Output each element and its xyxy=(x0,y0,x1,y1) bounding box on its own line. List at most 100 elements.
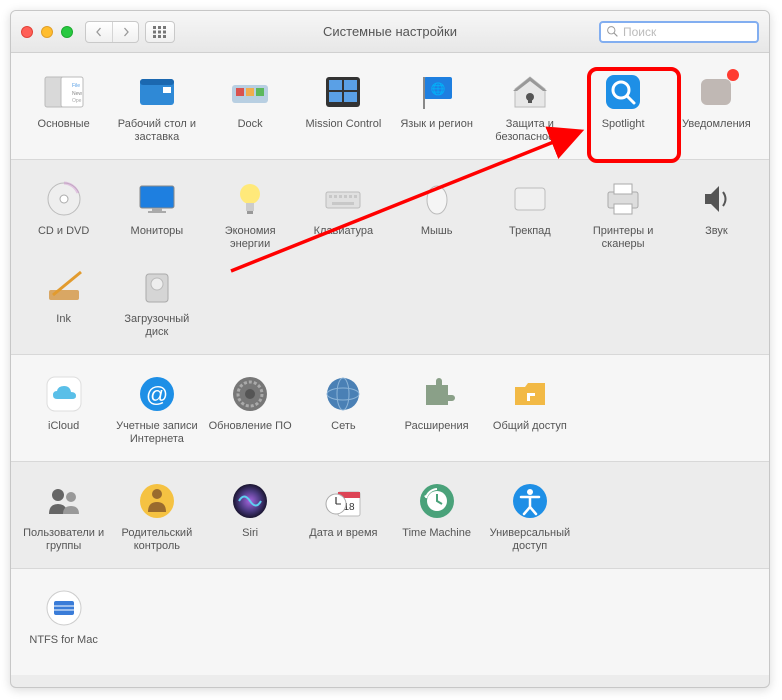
pref-label: Принтеры и сканеры xyxy=(579,225,668,250)
pref-energy-saver[interactable]: Экономия энергии xyxy=(204,174,297,256)
window-controls xyxy=(21,26,73,38)
pref-label: Дата и время xyxy=(309,527,377,540)
pref-label: Dock xyxy=(238,118,263,131)
pref-cd-dvd[interactable]: CD и DVD xyxy=(17,174,110,256)
pref-label: Экономия энергии xyxy=(206,225,295,250)
pref-label: Сеть xyxy=(331,420,355,433)
pref-label: Учетные записи Интернета xyxy=(112,420,201,445)
chevron-right-icon xyxy=(121,27,131,37)
ink-icon xyxy=(43,266,85,308)
mouse-icon xyxy=(416,178,458,220)
pref-general[interactable]: FileNewOpe Основные xyxy=(17,67,110,149)
section-internet: iCloud @ Учетные записи Интернета Обновл… xyxy=(11,355,769,462)
pref-notifications[interactable]: Уведомления xyxy=(670,67,763,149)
dock-icon xyxy=(229,71,271,113)
back-button[interactable] xyxy=(86,22,112,42)
pref-label: Siri xyxy=(242,527,258,540)
pref-accessibility[interactable]: Универсальный доступ xyxy=(483,476,576,558)
pref-language-region[interactable]: 🌐 Язык и регион xyxy=(390,67,483,149)
accessibility-icon xyxy=(509,480,551,522)
pref-sound[interactable]: Звук xyxy=(670,174,763,256)
pref-label: Загрузочный диск xyxy=(112,313,201,338)
keyboard-icon xyxy=(322,178,364,220)
siri-icon xyxy=(229,480,271,522)
pref-users-groups[interactable]: Пользователи и группы xyxy=(17,476,110,558)
forward-button[interactable] xyxy=(112,22,138,42)
pref-label: Обновление ПО xyxy=(209,420,292,433)
pref-dock[interactable]: Dock xyxy=(204,67,297,149)
pref-label: Язык и регион xyxy=(400,118,473,131)
search-input[interactable] xyxy=(623,25,752,39)
nav-back-forward xyxy=(85,21,139,43)
pref-displays[interactable]: Мониторы xyxy=(110,174,203,256)
section-personal: FileNewOpe Основные Рабочий стол и заста… xyxy=(11,53,769,160)
pref-icloud[interactable]: iCloud xyxy=(17,369,110,451)
pref-parental-controls[interactable]: Родительский контроль xyxy=(110,476,203,558)
pref-ink[interactable]: Ink xyxy=(17,262,110,344)
pref-desktop[interactable]: Рабочий стол и заставка xyxy=(110,67,203,149)
minimize-icon[interactable] xyxy=(41,26,53,38)
pref-label: iCloud xyxy=(48,420,79,433)
pref-label: NTFS for Mac xyxy=(29,634,97,647)
parental-icon xyxy=(136,480,178,522)
pref-label: Родительский контроль xyxy=(112,527,201,552)
svg-text:New: New xyxy=(72,91,82,97)
notifications-icon xyxy=(695,71,737,113)
gear-icon xyxy=(229,373,271,415)
pref-label: Рабочий стол и заставка xyxy=(112,118,201,143)
trackpad-icon xyxy=(509,178,551,220)
puzzle-icon xyxy=(416,373,458,415)
pref-time-machine[interactable]: Time Machine xyxy=(390,476,483,558)
pref-mission-control[interactable]: Mission Control xyxy=(297,67,390,149)
spotlight-icon xyxy=(602,71,644,113)
pref-date-time[interactable]: 18 Дата и время xyxy=(297,476,390,558)
pref-internet-accounts[interactable]: @ Учетные записи Интернета xyxy=(110,369,203,451)
system-preferences-window: Системные настройки FileNewOpe Основные … xyxy=(10,10,770,688)
section-thirdparty: NTFS for Mac xyxy=(11,569,769,675)
pref-label: Мышь xyxy=(421,225,453,238)
pref-ntfs-for-mac[interactable]: NTFS for Mac xyxy=(17,583,110,665)
lightbulb-icon xyxy=(229,178,271,220)
icloud-icon xyxy=(43,373,85,415)
general-icon: File NewOpe xyxy=(43,71,85,113)
pref-label: Пользователи и группы xyxy=(19,527,108,552)
pref-printers-scanners[interactable]: Принтеры и сканеры xyxy=(577,174,670,256)
flag-icon: 🌐 xyxy=(416,71,458,113)
search-field[interactable] xyxy=(599,21,759,43)
globe-icon xyxy=(322,373,364,415)
pref-siri[interactable]: Siri xyxy=(204,476,297,558)
zoom-icon[interactable] xyxy=(61,26,73,38)
section-system: Пользователи и группы Родительский контр… xyxy=(11,462,769,569)
disk-icon xyxy=(136,266,178,308)
pref-sharing[interactable]: Общий доступ xyxy=(483,369,576,451)
house-lock-icon xyxy=(509,71,551,113)
pref-startup-disk[interactable]: Загрузочный диск xyxy=(110,262,203,344)
section-hardware: CD и DVD Мониторы Экономия энергии Клави… xyxy=(11,160,769,355)
pref-label: Мониторы xyxy=(131,225,184,238)
printer-icon xyxy=(602,178,644,220)
show-all-button[interactable] xyxy=(145,21,175,43)
svg-text:Ope: Ope xyxy=(72,98,82,104)
pref-mouse[interactable]: Мышь xyxy=(390,174,483,256)
svg-text:File: File xyxy=(72,83,80,89)
pref-label: Клавиатура xyxy=(314,225,374,238)
close-icon[interactable] xyxy=(21,26,33,38)
pref-label: CD и DVD xyxy=(38,225,89,238)
grid-icon xyxy=(153,26,167,38)
pref-label: Spotlight xyxy=(602,118,645,131)
users-icon xyxy=(43,480,85,522)
pref-keyboard[interactable]: Клавиатура xyxy=(297,174,390,256)
svg-text:🌐: 🌐 xyxy=(430,82,445,96)
chevron-left-icon xyxy=(94,27,104,37)
pref-trackpad[interactable]: Трекпад xyxy=(483,174,576,256)
pref-extensions[interactable]: Расширения xyxy=(390,369,483,451)
pref-label: Mission Control xyxy=(305,118,381,131)
pref-software-update[interactable]: Обновление ПО xyxy=(204,369,297,451)
pref-security[interactable]: Защита и безопасность xyxy=(483,67,576,149)
pref-spotlight[interactable]: Spotlight xyxy=(577,67,670,149)
pref-label: Универсальный доступ xyxy=(485,527,574,552)
time-machine-icon xyxy=(416,480,458,522)
disc-icon xyxy=(43,178,85,220)
badge-dot-icon xyxy=(727,69,739,81)
pref-network[interactable]: Сеть xyxy=(297,369,390,451)
